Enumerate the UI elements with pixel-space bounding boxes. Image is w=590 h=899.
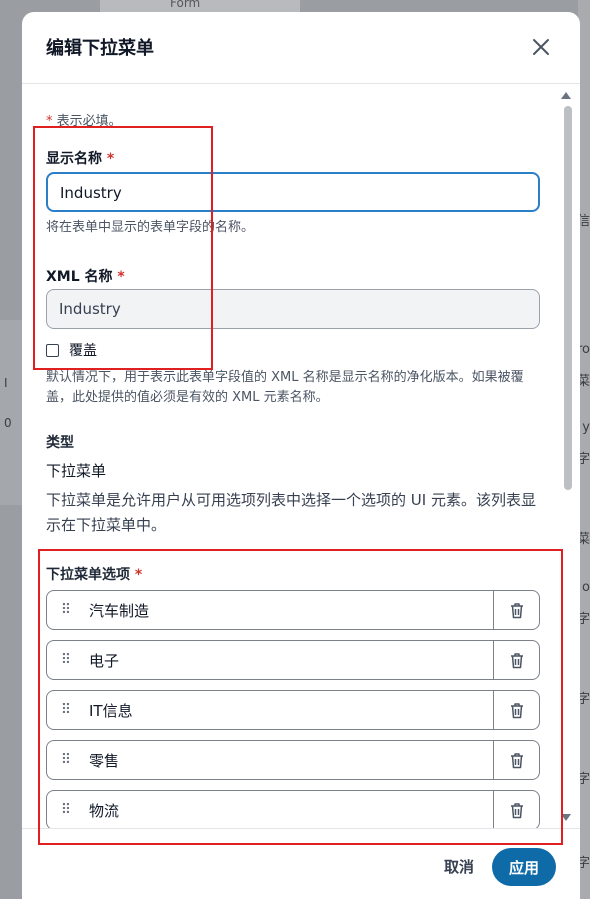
apply-button[interactable]: 应用 [492, 848, 556, 886]
scroll-up-icon[interactable] [561, 92, 571, 99]
dialog-header: 编辑下拉菜单 [22, 12, 580, 84]
type-description: 下拉菜单是允许用户从可用选项列表中选择一个选项的 UI 元素。该列表显示在下拉菜… [46, 491, 536, 534]
background-left-panel: I 0 [0, 320, 22, 505]
close-icon[interactable] [532, 38, 550, 56]
type-value: 下拉菜单 [46, 462, 107, 480]
background-right-text: y [582, 420, 590, 435]
dialog-title: 编辑下拉菜单 [46, 38, 154, 59]
type-label: 类型 [46, 435, 74, 451]
background-top-text: Form [170, 0, 201, 10]
scrollbar-thumb[interactable] [564, 106, 572, 490]
xml-name-help: 默认情况下，用于表示此表单字段值的 XML 名称是显示名称的净化版本。如果被覆盖… [46, 370, 524, 405]
background-left-text: 0 [4, 416, 12, 430]
background-right-text: o [582, 580, 590, 595]
background-left-text: I [4, 376, 8, 390]
annotation-box-options [38, 549, 563, 845]
cancel-button[interactable]: 取消 [444, 856, 474, 877]
annotation-box-name-fields [33, 126, 213, 370]
